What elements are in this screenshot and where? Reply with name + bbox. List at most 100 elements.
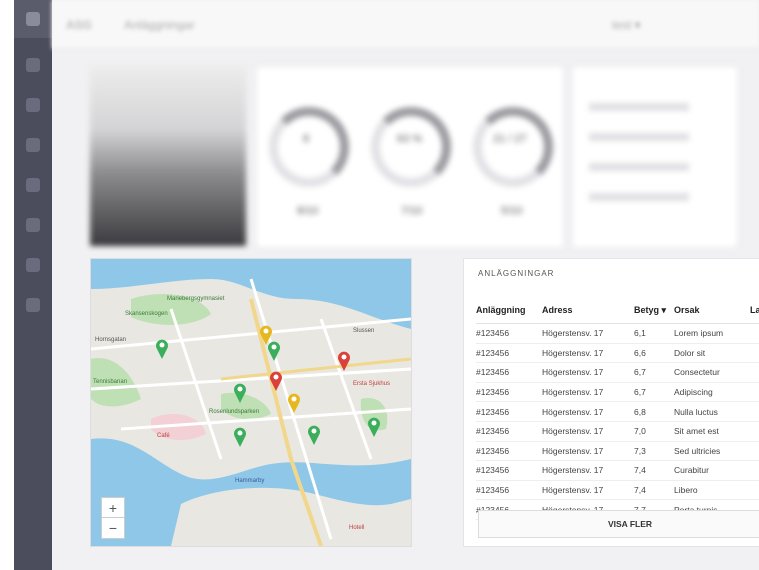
sidebar bbox=[14, 0, 52, 570]
cell-cause: Lorem ipsum bbox=[674, 323, 750, 344]
ring-alarm-value: 8 bbox=[303, 133, 310, 145]
topbar: ASG Anläggningar test ▾ bbox=[52, 0, 759, 49]
cell-rating: 6,8 bbox=[634, 401, 674, 422]
map-label: Ersta Sjukhus bbox=[353, 381, 391, 387]
page-title: Anläggningar bbox=[124, 18, 195, 32]
facility-photo bbox=[90, 66, 246, 246]
cell-cause: Nulla luctus bbox=[674, 401, 750, 422]
list-icon[interactable] bbox=[26, 98, 40, 112]
col-alarm[interactable]: Larm bbox=[750, 297, 759, 324]
zoom-in-button[interactable]: + bbox=[101, 497, 125, 519]
counter-2: 7/10 bbox=[401, 205, 423, 217]
map-label: Slussen bbox=[353, 328, 375, 334]
ring-rating-value: 63 % bbox=[397, 133, 423, 145]
col-cause[interactable]: Orsak bbox=[674, 297, 750, 324]
cell-alarm bbox=[750, 421, 759, 442]
map-label: Hammarby bbox=[235, 478, 265, 484]
cell-cause: Consectetur bbox=[674, 362, 750, 383]
map-label: Hornsgatan bbox=[95, 337, 127, 343]
table-row[interactable]: #123456 Högerstensv. 17 6,8 Nulla luctus bbox=[476, 401, 759, 422]
cell-cause: Sed ultricies bbox=[674, 441, 750, 462]
legend-row bbox=[589, 103, 689, 111]
cell-address: Högerstensv. 17 bbox=[542, 401, 634, 422]
table-row[interactable]: #123456 Högerstensv. 17 7,3 Sed ultricies bbox=[476, 441, 759, 462]
cell-address: Högerstensv. 17 bbox=[542, 421, 634, 442]
ring-facilities-value: 21 / 27 bbox=[493, 133, 527, 145]
app-main: ASG Anläggningar test ▾ 8 63 % 21 / 27 8… bbox=[52, 0, 759, 570]
col-address[interactable]: Adress bbox=[542, 297, 634, 324]
map-marker-red[interactable] bbox=[269, 371, 283, 391]
map-canvas bbox=[91, 259, 411, 546]
cell-alarm bbox=[750, 323, 759, 344]
cell-facility-id: #123456 bbox=[476, 401, 542, 422]
cell-address: Högerstensv. 17 bbox=[542, 323, 634, 344]
settings-icon[interactable] bbox=[26, 218, 40, 232]
table-row[interactable]: #123456 Högerstensv. 17 6,7 Consectetur bbox=[476, 362, 759, 383]
cell-cause: Dolor sit bbox=[674, 343, 750, 364]
dashboard-icon[interactable] bbox=[26, 58, 40, 72]
home-icon[interactable] bbox=[26, 12, 40, 26]
cell-alarm bbox=[750, 441, 759, 462]
map-marker-red[interactable] bbox=[337, 351, 351, 371]
legend-row bbox=[589, 133, 689, 141]
cell-rating: 7,0 bbox=[634, 421, 674, 442]
map-label: Café bbox=[157, 433, 170, 439]
ring-alarm bbox=[269, 107, 349, 187]
map-marker-green[interactable] bbox=[233, 383, 247, 403]
cell-address: Högerstensv. 17 bbox=[542, 441, 634, 462]
map-marker-green[interactable] bbox=[155, 339, 169, 359]
table-row[interactable]: #123456 Högerstensv. 17 7,0 Sit amet est bbox=[476, 421, 759, 442]
ring-facilities bbox=[473, 107, 553, 187]
stats-card: 8 63 % 21 / 27 8/10 7/10 5/10 bbox=[256, 66, 564, 248]
facilities-table: Anläggning Adress Betyg ▾ Orsak Larm #12… bbox=[476, 297, 759, 520]
map-marker-yellow[interactable] bbox=[287, 393, 301, 413]
cell-alarm bbox=[750, 343, 759, 364]
user-menu[interactable]: test ▾ bbox=[612, 18, 641, 32]
cell-cause: Libero bbox=[674, 480, 750, 501]
table-row[interactable]: #123456 Högerstensv. 17 6,6 Dolor sit bbox=[476, 343, 759, 364]
cell-facility-id: #123456 bbox=[476, 460, 542, 481]
user-icon[interactable] bbox=[26, 258, 40, 272]
table-row[interactable]: #123456 Högerstensv. 17 7,4 Libero bbox=[476, 480, 759, 501]
map-label: Skansenskogen bbox=[125, 311, 168, 317]
cell-cause: Adipiscing bbox=[674, 382, 750, 403]
building-icon[interactable] bbox=[26, 178, 40, 192]
cell-rating: 6,7 bbox=[634, 362, 674, 383]
brand-logo[interactable]: ASG bbox=[66, 18, 92, 32]
cell-rating: 7,3 bbox=[634, 441, 674, 462]
map-marker-green[interactable] bbox=[267, 341, 281, 361]
counter-3: 5/10 bbox=[501, 205, 523, 217]
facility-map[interactable]: Mariebergsgymnasiet Skansenskogen Hornsg… bbox=[90, 258, 412, 547]
map-marker-green[interactable] bbox=[307, 425, 321, 445]
map-marker-green[interactable] bbox=[367, 417, 381, 437]
map-label: Mariebergsgymnasiet bbox=[167, 296, 225, 302]
table-row[interactable]: #123456 Högerstensv. 17 6,1 Lorem ipsum bbox=[476, 323, 759, 344]
zoom-out-button[interactable]: − bbox=[101, 517, 125, 539]
map-label: Rosenlundsparken bbox=[209, 409, 260, 415]
cell-rating: 7,4 bbox=[634, 460, 674, 481]
counter-1: 8/10 bbox=[297, 205, 319, 217]
legend-row bbox=[589, 193, 689, 201]
cell-facility-id: #123456 bbox=[476, 343, 542, 364]
ring-rating bbox=[371, 107, 451, 187]
chart-icon[interactable] bbox=[26, 138, 40, 152]
col-rating[interactable]: Betyg ▾ bbox=[634, 297, 674, 324]
col-facility[interactable]: Anläggning bbox=[476, 297, 542, 324]
facilities-panel: ANLÄGGNINGAR ? ⋮ Anläggning Adress Betyg… bbox=[463, 258, 759, 547]
cell-address: Högerstensv. 17 bbox=[542, 382, 634, 403]
table-row[interactable]: #123456 Högerstensv. 17 7,4 Curabitur bbox=[476, 460, 759, 481]
legend-card bbox=[572, 66, 738, 248]
cell-alarm bbox=[750, 480, 759, 501]
cell-address: Högerstensv. 17 bbox=[542, 480, 634, 501]
map-marker-green[interactable] bbox=[233, 427, 247, 447]
cell-address: Högerstensv. 17 bbox=[542, 362, 634, 383]
show-more-button[interactable]: VISA FLER bbox=[478, 510, 759, 538]
cell-alarm bbox=[750, 401, 759, 422]
cell-facility-id: #123456 bbox=[476, 323, 542, 344]
cell-facility-id: #123456 bbox=[476, 382, 542, 403]
cell-address: Högerstensv. 17 bbox=[542, 460, 634, 481]
table-row[interactable]: #123456 Högerstensv. 17 6,7 Adipiscing bbox=[476, 382, 759, 403]
help-icon[interactable] bbox=[26, 298, 40, 312]
map-label: Hotell bbox=[349, 525, 365, 531]
cell-alarm bbox=[750, 382, 759, 403]
